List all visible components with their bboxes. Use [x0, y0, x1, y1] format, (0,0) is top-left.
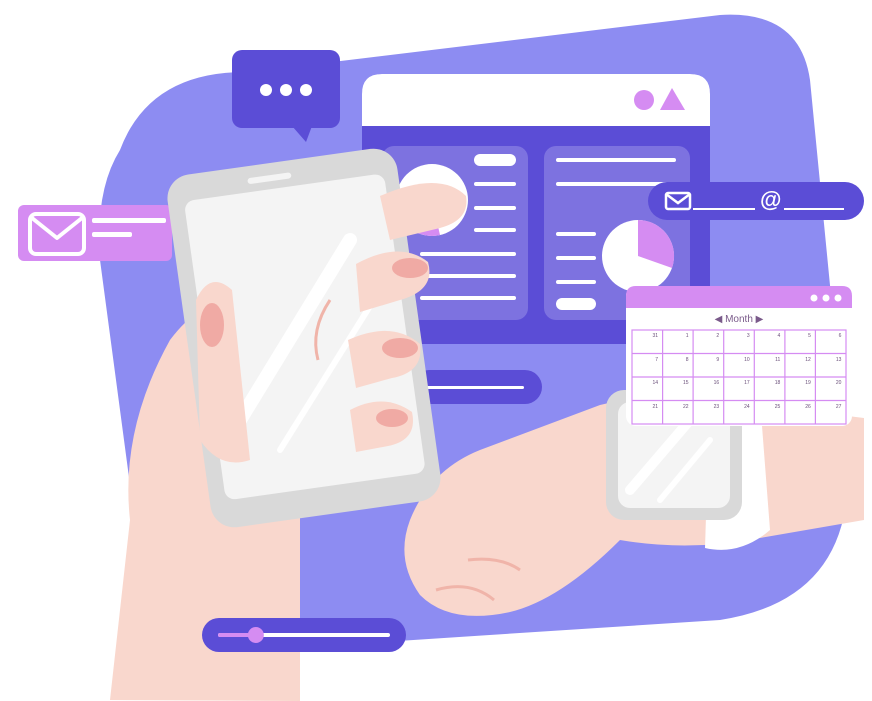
calendar-day-cell[interactable]: 31: [629, 333, 658, 339]
mail-card: [18, 205, 172, 261]
calendar-day-cell[interactable]: 11: [751, 357, 780, 363]
calendar-day-cell[interactable]: 20: [812, 380, 842, 386]
calendar-day-cell[interactable]: 6: [812, 333, 842, 339]
calendar-day-cell[interactable]: 16: [690, 380, 720, 386]
calendar-day-cell[interactable]: 21: [629, 404, 658, 410]
volume-slider[interactable]: [202, 618, 406, 652]
email-pill: [648, 182, 864, 220]
calendar-day-cell[interactable]: 25: [751, 404, 781, 410]
calendar-day-cell[interactable]: 22: [660, 404, 689, 410]
calendar-day-cell[interactable]: 7: [629, 357, 658, 363]
chevron-right-icon[interactable]: ▶: [756, 314, 764, 325]
calendar-day-cell[interactable]: 15: [660, 380, 689, 386]
calendar-day-cell[interactable]: 5: [782, 333, 811, 339]
calendar-day-cell[interactable]: 10: [721, 357, 750, 363]
calendar-day-cell[interactable]: 14: [629, 380, 658, 386]
calendar-day-cell[interactable]: 17: [721, 380, 750, 386]
illustration: [18, 14, 864, 701]
calendar-day-cell[interactable]: 24: [721, 404, 750, 410]
calendar-month-label: Month: [725, 314, 753, 325]
calendar-header: ◀ Month ▶: [626, 314, 852, 325]
thumb-nail: [200, 303, 224, 347]
chevron-left-icon[interactable]: ◀: [715, 314, 723, 325]
calendar-day-cell[interactable]: 26: [782, 404, 811, 410]
slider-knob[interactable]: [247, 627, 264, 643]
calendar-day-cell[interactable]: 13: [812, 357, 842, 363]
circle-shape-icon: [634, 90, 654, 110]
calendar-day-cell[interactable]: 2: [690, 333, 719, 339]
calendar-day-cell[interactable]: 23: [690, 404, 720, 410]
calendar-day-cell[interactable]: 3: [721, 333, 750, 339]
calendar-day-cell[interactable]: 12: [782, 357, 811, 363]
calendar-day-cell[interactable]: 4: [751, 333, 781, 339]
calendar-day-cell[interactable]: 19: [782, 380, 811, 386]
calendar-day-cell[interactable]: 1: [660, 333, 689, 339]
at-symbol: @: [760, 187, 782, 212]
calendar-day-cell[interactable]: 8: [660, 357, 689, 363]
calendar-day-cell[interactable]: 27: [812, 404, 842, 410]
calendar-day-cell[interactable]: 9: [690, 357, 719, 363]
calendar-day-cell[interactable]: 18: [751, 380, 781, 386]
